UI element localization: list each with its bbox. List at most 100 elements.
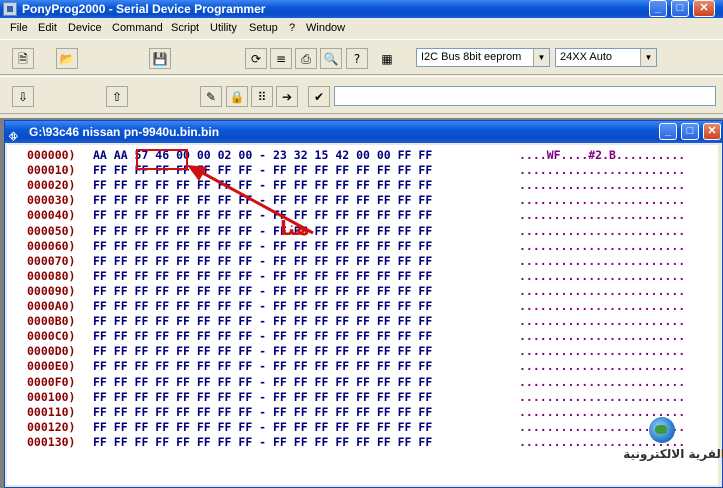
hex-bytes[interactable]: FF FF FF FF FF FF FF FF - FF FF FF FF FF… (93, 405, 432, 419)
floppy-icon: 💾 (152, 51, 168, 66)
menu-help[interactable]: ? (289, 18, 295, 38)
find-button[interactable]: 🔍 (320, 48, 342, 69)
hex-address: 000120) (27, 419, 76, 434)
read-all-button[interactable]: ⇩ (12, 86, 34, 107)
hex-bytes[interactable]: FF FF FF FF FF FF FF FF - FF FF FF FF FF… (93, 329, 432, 343)
close-icon: ✕ (707, 125, 717, 137)
device-family-select[interactable]: I2C Bus 8bit eeprom ▼ (416, 48, 550, 67)
minimize-button[interactable]: _ (649, 0, 667, 17)
edit-note-button[interactable]: ≡ (270, 48, 292, 69)
hex-ascii: ........................ (519, 359, 686, 374)
folder-icon: 📂 (59, 51, 75, 66)
menu-edit[interactable]: Edit (38, 18, 57, 38)
annotation-label: هنا (280, 216, 310, 240)
chip-icon: ▦ (381, 51, 393, 66)
hex-address: 000090) (27, 283, 76, 298)
hex-address: 000030) (27, 193, 76, 208)
menu-script[interactable]: Script (171, 18, 199, 38)
erase-button[interactable]: ✎ (200, 86, 222, 107)
doc-minimize-button[interactable]: _ (659, 123, 677, 140)
hex-address: 000110) (27, 404, 76, 419)
main-toolbar: 🗎 📂 💾 ⟳ ≡ ⎙ 🔍 ? ▦ I2C Bus 8bit eeprom ▼ … (0, 39, 723, 75)
save-file-button[interactable]: 💾 (149, 48, 171, 69)
hex-ascii: ........................ (519, 314, 686, 329)
bits-button[interactable]: ⠿ (251, 86, 273, 107)
menu-bar: File Edit Device Command Script Utility … (0, 18, 723, 38)
command-toolbar: ⇩ ⇧ ✎ 🔒 ⠿ ➔ ✔ (0, 76, 723, 114)
document-title-bar[interactable]: ⛗ G:\93c46 nissan pn-9940u.bin.bin _ □ ✕ (5, 121, 722, 143)
hex-ascii: ........................ (519, 268, 686, 283)
hex-address: 000130) (27, 434, 76, 449)
hex-bytes[interactable]: FF FF FF FF FF FF FF FF - FF FF FF FF FF… (93, 284, 432, 298)
menu-utility[interactable]: Utility (210, 18, 237, 38)
globe-icon (649, 417, 675, 443)
app-title: PonyProg2000 - Serial Device Programmer (22, 2, 266, 16)
chevron-down-icon: ▼ (640, 49, 656, 66)
menu-window[interactable]: Window (306, 18, 345, 38)
hex-address: 000010) (27, 163, 76, 178)
hex-bytes[interactable]: FF FF FF FF FF FF FF FF - FF FF FF FF FF… (93, 375, 432, 389)
hex-address: 000100) (27, 389, 76, 404)
question-icon: ? (353, 51, 361, 66)
dots-icon: ⠿ (257, 89, 267, 104)
device-type-select[interactable]: 24XX Auto ▼ (555, 48, 657, 67)
read-device-icon: ⇩ (17, 89, 29, 104)
hex-bytes[interactable]: FF FF FF FF FF FF FF FF - FF FF FF FF FF… (93, 344, 432, 358)
hex-address: 000020) (27, 178, 76, 193)
hex-address: 000070) (27, 253, 76, 268)
highlight-box (136, 149, 188, 170)
script-button[interactable]: ✔ (308, 86, 330, 107)
hex-bytes[interactable]: FF FF FF FF FF FF FF FF - FF FF FF FF FF… (93, 269, 432, 283)
hex-ascii: ........................ (519, 344, 686, 359)
hex-bytes[interactable]: FF FF FF FF FF FF FF FF - FF FF FF FF FF… (93, 314, 432, 328)
document-window: ⛗ G:\93c46 nissan pn-9940u.bin.bin _ □ ✕… (4, 120, 723, 488)
app-title-bar[interactable]: PonyProg2000 - Serial Device Programmer … (0, 0, 723, 18)
menu-device[interactable]: Device (68, 18, 102, 38)
forward-button[interactable]: ➔ (276, 86, 298, 107)
note-icon: ≡ (275, 51, 287, 66)
hex-bytes[interactable]: FF FF FF FF FF FF FF FF - FF FF FF FF FF… (93, 390, 432, 404)
write-device-icon: ⇧ (111, 89, 123, 104)
hex-bytes[interactable]: FF FF FF FF FF FF FF FF - FF FF FF FF FF… (93, 420, 432, 434)
device-family-value: I2C Bus 8bit eeprom (421, 51, 522, 63)
maximize-button[interactable]: □ (671, 0, 689, 17)
doc-close-button[interactable]: ✕ (703, 123, 721, 140)
logo-text: القرية الالكترونية (623, 447, 723, 461)
security-button[interactable]: 🔒 (226, 86, 248, 107)
hex-ascii: ........................ (519, 299, 686, 313)
hex-bytes[interactable]: FF FF FF FF FF FF FF FF - FF FF FF FF FF… (93, 359, 432, 373)
print-button[interactable]: ⎙ (295, 48, 317, 69)
menu-file[interactable]: File (10, 18, 28, 38)
hex-bytes[interactable]: FF FF FF FF FF FF FF FF - FF FF FF FF FF… (93, 435, 432, 449)
maximize-icon: □ (676, 2, 684, 14)
hex-bytes[interactable]: FF FF FF FF FF FF FF FF - FF FF FF FF FF… (93, 254, 432, 268)
hex-address: 000050) (27, 223, 76, 238)
close-button[interactable]: ✕ (693, 0, 715, 17)
hex-ascii: ........................ (519, 253, 686, 268)
maximize-icon: □ (686, 125, 694, 137)
reload-button[interactable]: ⟳ (245, 48, 267, 69)
app-icon (3, 2, 17, 16)
printer-icon: ⎙ (301, 51, 311, 66)
hex-ascii: ........................ (519, 389, 686, 404)
hex-ascii: ........................ (519, 223, 686, 238)
status-box (334, 86, 716, 106)
hex-ascii: ........................ (519, 208, 686, 223)
doc-maximize-button[interactable]: □ (681, 123, 699, 140)
menu-setup[interactable]: Setup (249, 18, 278, 38)
hex-ascii: ........................ (519, 193, 686, 208)
new-file-button[interactable]: 🗎 (12, 48, 34, 69)
hex-address: 000040) (27, 208, 76, 223)
hex-bytes[interactable]: FF FF FF FF FF FF FF FF - FF FF FF FF FF… (93, 299, 432, 313)
hex-ascii: ........................ (519, 374, 686, 389)
minimize-icon: _ (664, 125, 672, 137)
hex-ascii: ........................ (519, 178, 686, 193)
hex-address: 0000A0) (27, 299, 76, 313)
write-all-button[interactable]: ⇧ (106, 86, 128, 107)
chip-button[interactable]: ▦ (376, 48, 398, 69)
minimize-icon: _ (654, 2, 662, 14)
menu-command[interactable]: Command (112, 18, 163, 38)
open-file-button[interactable]: 📂 (56, 48, 78, 69)
help-button[interactable]: ? (346, 48, 368, 69)
hex-ascii: ........................ (519, 163, 686, 178)
